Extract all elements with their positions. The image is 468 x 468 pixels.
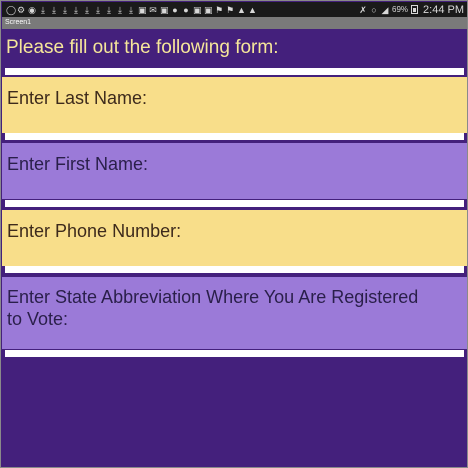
last-name-input[interactable] <box>5 133 464 140</box>
app-screen: ◯ ⚙ ◉ ⤓ ⤓ ⤓ ⤓ ⤓ ⤓ ⤓ ⤓ ⤓ ▣ ✉ ▣ ● ● ▣ ▣ ⚑ … <box>0 0 468 468</box>
phone-number-input[interactable] <box>5 266 464 273</box>
first-name-section: Enter First Name: <box>2 143 467 199</box>
screen-title: Screen1 <box>5 19 32 26</box>
signal-icon: ◢ <box>381 4 389 15</box>
flag-icon: ⚑ <box>215 4 224 15</box>
image-icon: ▣ <box>204 4 213 15</box>
battery-icon <box>411 5 419 14</box>
state-section: Enter State Abbreviation Where You Are R… <box>2 277 467 349</box>
status-clock: 2:44 PM <box>423 3 464 16</box>
record-icon: ◉ <box>28 4 36 15</box>
download-icon: ⤓ <box>52 4 56 15</box>
download-icon: ⤓ <box>118 4 122 15</box>
settings-icon: ⚙ <box>17 4 26 15</box>
download-icon: ⤓ <box>107 4 111 15</box>
app-icon: ● <box>183 4 189 15</box>
download-icon: ⤓ <box>96 4 100 15</box>
download-icon: ⤓ <box>41 4 45 15</box>
state-label: Enter State Abbreviation Where You Are R… <box>7 287 419 329</box>
phone-number-section: Enter Phone Number: <box>2 210 467 266</box>
mute-icon: ✗ <box>359 4 367 15</box>
download-icon: ⤓ <box>74 4 78 15</box>
battery-percent: 69% <box>392 5 409 14</box>
flag-icon: ⚑ <box>226 4 235 15</box>
download-icon: ⤓ <box>129 4 133 15</box>
system-icons: ✗ ○ ◢ 69% 2:44 PM <box>359 4 464 16</box>
warning-icon: ▲ <box>248 4 257 15</box>
prompt-input[interactable] <box>5 68 464 75</box>
wifi-icon: ○ <box>371 4 377 15</box>
title-bar: Screen1 <box>2 17 467 29</box>
download-icon: ⤓ <box>63 4 67 15</box>
status-bar: ◯ ⚙ ◉ ⤓ ⤓ ⤓ ⤓ ⤓ ⤓ ⤓ ⤓ ⤓ ▣ ✉ ▣ ● ● ▣ ▣ ⚑ … <box>2 2 467 17</box>
notification-icons: ◯ ⚙ ◉ ⤓ ⤓ ⤓ ⤓ ⤓ ⤓ ⤓ ⤓ ⤓ ▣ ✉ ▣ ● ● ▣ ▣ ⚑ … <box>6 4 257 15</box>
first-name-input[interactable] <box>5 200 464 207</box>
photo-icon: ▣ <box>160 4 169 15</box>
clock-alarm-icon: ◯ <box>6 4 17 15</box>
phone-number-label: Enter Phone Number: <box>7 221 182 241</box>
app-icon: ● <box>172 4 178 15</box>
warning-icon: ▲ <box>237 4 246 15</box>
state-input[interactable] <box>5 350 464 357</box>
first-name-label: Enter First Name: <box>7 154 149 174</box>
last-name-label: Enter Last Name: <box>7 88 148 108</box>
form-prompt: Please fill out the following form: <box>6 37 279 58</box>
download-icon: ⤓ <box>85 4 89 15</box>
lock-icon: ▣ <box>193 4 202 15</box>
mail-icon: ✉ <box>149 4 157 15</box>
last-name-section: Enter Last Name: <box>2 77 467 133</box>
image-icon: ▣ <box>138 4 147 15</box>
